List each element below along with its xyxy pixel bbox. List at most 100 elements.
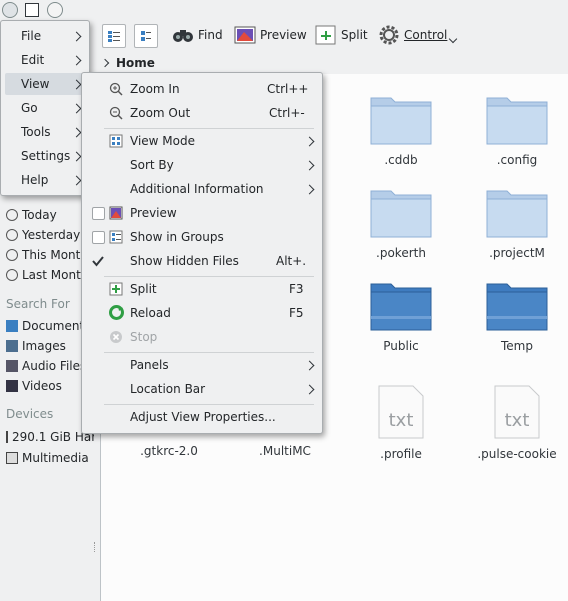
find-button[interactable]: Find	[172, 22, 223, 48]
binoculars-icon	[173, 30, 193, 42]
file-item[interactable]: .config	[467, 90, 567, 167]
preview-checkbox[interactable]	[92, 207, 105, 220]
view-submenu: Zoom In Ctrl++ Zoom Out Ctrl+- View Mode…	[81, 72, 323, 434]
menu-separator	[104, 276, 314, 277]
folder-icon	[486, 97, 548, 145]
menu-item-adjust-view-properties[interactable]: Adjust View Properties...	[82, 406, 322, 428]
documents-icon	[6, 320, 18, 332]
svg-text:txt: txt	[505, 410, 530, 431]
menu-item-tools[interactable]: Tools	[1, 121, 89, 143]
search-for-header: Search For	[6, 297, 70, 311]
video-icon	[6, 380, 18, 392]
menu-separator	[104, 128, 314, 129]
menu-item-preview[interactable]: Preview	[82, 202, 322, 224]
breadcrumb[interactable]: Home	[100, 53, 568, 73]
folder-icon	[486, 283, 548, 331]
main-menu: File Edit View Go Tools Settings Help	[0, 20, 90, 196]
drive-icon	[6, 431, 8, 443]
control-button[interactable]: Control	[378, 22, 447, 48]
split-icon	[109, 282, 123, 296]
chevron-right-icon	[71, 127, 82, 137]
split-label: Split	[341, 28, 368, 42]
chevron-right-icon	[304, 384, 315, 394]
menu-item-zoom-in[interactable]: Zoom In Ctrl++	[82, 78, 322, 100]
devices-header: Devices	[6, 407, 54, 421]
menu-separator	[104, 404, 314, 405]
split-button[interactable]: Split	[315, 22, 368, 48]
file-item[interactable]: .cddb	[351, 90, 451, 167]
menu-item-location-bar[interactable]: Location Bar	[82, 378, 322, 400]
details-view-icon[interactable]	[25, 3, 39, 17]
sidebar-item-multimedia[interactable]: Multimedia	[6, 449, 94, 467]
reload-icon	[109, 305, 124, 320]
file-item[interactable]: Public	[351, 276, 451, 353]
clock-icon	[6, 209, 18, 221]
panel-resize-handle[interactable]	[94, 542, 97, 552]
folder-icon	[370, 283, 432, 331]
menu-icon[interactable]	[2, 2, 18, 18]
text-file-icon: txt	[494, 385, 540, 439]
images-icon	[6, 340, 18, 352]
preview-icon	[109, 206, 123, 220]
folder-icon	[370, 97, 432, 145]
breadcrumb-location[interactable]: Home	[116, 56, 155, 70]
groups-icon	[109, 230, 123, 244]
stop-icon	[110, 331, 122, 343]
drive-icon	[6, 452, 18, 464]
menu-separator	[104, 352, 314, 353]
file-item[interactable]: .projectM	[467, 183, 567, 260]
file-item[interactable]: txt .pulse-cookie	[467, 384, 567, 461]
details-view-button[interactable]	[134, 24, 158, 48]
text-file-icon: txt	[378, 385, 424, 439]
file-item[interactable]: txt .profile	[351, 384, 451, 461]
preview-label: Preview	[260, 28, 307, 42]
view-mode-icon	[109, 134, 123, 148]
check-icon	[92, 256, 104, 267]
chevron-right-icon	[304, 160, 315, 170]
menu-item-edit[interactable]: Edit	[1, 49, 89, 71]
file-item[interactable]: .pokerth	[351, 183, 451, 260]
clock-icon	[6, 269, 18, 281]
menu-item-sort-by[interactable]: Sort By	[82, 154, 322, 176]
menu-item-help[interactable]: Help	[1, 169, 89, 191]
gear-icon	[379, 25, 399, 45]
clock-icon	[6, 229, 18, 241]
chevron-right-icon	[71, 175, 82, 185]
menu-item-stop[interactable]: Stop	[82, 326, 322, 348]
chevron-right-icon	[100, 58, 110, 68]
menu-item-show-hidden-files[interactable]: Show Hidden Files Alt+.	[82, 250, 322, 272]
chevron-right-icon	[71, 31, 82, 41]
svg-text:txt: txt	[389, 410, 414, 431]
file-item[interactable]: Temp	[467, 276, 567, 353]
folder-icon	[370, 190, 432, 238]
zoom-out-icon	[109, 106, 123, 120]
menu-item-view-mode[interactable]: View Mode	[82, 130, 322, 152]
chevron-right-icon	[71, 151, 82, 161]
chevron-right-icon	[304, 136, 315, 146]
control-label: Control	[404, 28, 448, 42]
menu-item-file[interactable]: File	[1, 25, 89, 47]
clock-icon[interactable]	[47, 2, 63, 18]
menu-item-panels[interactable]: Panels	[82, 354, 322, 376]
groups-checkbox[interactable]	[92, 231, 105, 244]
menu-item-show-in-groups[interactable]: Show in Groups	[82, 226, 322, 248]
chevron-right-icon	[304, 360, 315, 370]
split-icon	[315, 25, 336, 45]
chevron-right-icon	[304, 184, 315, 194]
menu-item-split[interactable]: Split F3	[82, 278, 322, 300]
menu-item-zoom-out[interactable]: Zoom Out Ctrl+-	[82, 102, 322, 124]
zoom-in-icon	[109, 82, 123, 96]
compact-view-button[interactable]	[102, 24, 126, 48]
menu-item-settings[interactable]: Settings	[1, 145, 89, 167]
menu-item-reload[interactable]: Reload F5	[82, 302, 322, 324]
chevron-right-icon	[71, 55, 82, 65]
chevron-down-icon[interactable]	[448, 34, 458, 44]
chevron-right-icon	[71, 79, 82, 89]
chevron-right-icon	[71, 103, 82, 113]
preview-button[interactable]: Preview	[234, 22, 307, 48]
clock-icon	[6, 249, 18, 261]
menu-item-go[interactable]: Go	[1, 97, 89, 119]
audio-icon	[6, 360, 18, 372]
menu-item-view[interactable]: View	[5, 73, 85, 95]
menu-item-additional-information[interactable]: Additional Information	[82, 178, 322, 200]
